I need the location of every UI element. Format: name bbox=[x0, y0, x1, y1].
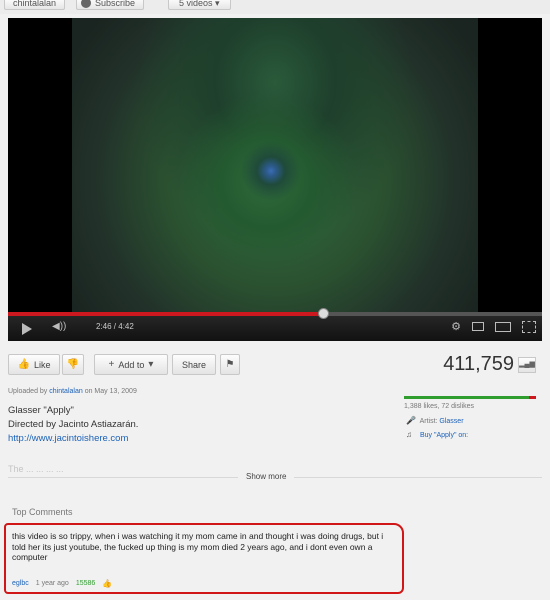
highlighted-comment: this video is so trippy, when i was watc… bbox=[4, 523, 404, 594]
artist-info: 🎤 Artist: Glasser bbox=[406, 416, 464, 425]
microphone-icon: 🎤 bbox=[406, 416, 416, 425]
video-player[interactable]: ◀)) 2:46 / 4:42 ⚙ bbox=[8, 18, 542, 341]
share-label: Share bbox=[181, 359, 207, 370]
thumbs-up-icon: 👍 bbox=[17, 359, 30, 370]
uploader-link[interactable]: chintalalan bbox=[49, 388, 82, 395]
chevron-down-icon: ▾ bbox=[215, 0, 220, 8]
buy-info: ♫ Buy "Apply" on: bbox=[406, 430, 468, 439]
channel-name: chintalalan bbox=[13, 0, 57, 8]
chevron-down-icon: ▾ bbox=[148, 359, 154, 370]
like-ratio-bar bbox=[404, 396, 536, 399]
artist-link[interactable]: Glasser bbox=[439, 418, 463, 425]
dislike-button[interactable]: 👎 bbox=[62, 354, 84, 375]
channel-name-button[interactable]: chintalalan bbox=[4, 0, 66, 10]
thumbs-up-icon[interactable]: 👍 bbox=[102, 579, 112, 588]
flag-button[interactable]: ⚑ bbox=[220, 354, 240, 375]
comment-meta: eglbc 1 year ago 15586 👍 bbox=[12, 579, 112, 588]
description-line-1: Glasser "Apply" bbox=[8, 405, 74, 416]
youtube-icon bbox=[81, 0, 91, 8]
view-count: 411,759 bbox=[443, 353, 514, 375]
upload-info: Uploaded by chintalalan on May 13, 2009 bbox=[8, 388, 137, 395]
add-to-label: Add to bbox=[118, 359, 145, 370]
progress-fill bbox=[8, 312, 323, 316]
comment-age: 1 year ago bbox=[35, 580, 69, 587]
buy-link[interactable]: Buy "Apply" on: bbox=[420, 432, 468, 439]
volume-icon[interactable]: ◀)) bbox=[52, 321, 66, 332]
artist-label: Artist: bbox=[419, 418, 438, 425]
small-player-icon[interactable] bbox=[472, 322, 484, 331]
comment-text: this video is so trippy, when i was watc… bbox=[12, 531, 384, 562]
action-bar: 👍 Like 👎 + Add to ▾ Share ⚑ 411,759 ▂▄▆ bbox=[8, 351, 542, 381]
progress-scrubber[interactable] bbox=[317, 308, 329, 319]
comment-score: 15586 bbox=[75, 580, 96, 587]
subscribe-label: Subscribe bbox=[95, 0, 136, 8]
share-button[interactable]: Share bbox=[172, 354, 216, 375]
thumbs-down-icon: 👎 bbox=[66, 359, 80, 370]
likes-dislikes-count: 1,388 likes, 72 dislikes bbox=[404, 403, 475, 410]
dislike-ratio-fill bbox=[529, 396, 536, 399]
plus-icon: + bbox=[108, 359, 115, 370]
subscribe-button[interactable]: Subscribe bbox=[76, 0, 145, 10]
videos-label: 5 videos bbox=[179, 0, 213, 8]
video-frame[interactable] bbox=[72, 18, 478, 312]
like-button[interactable]: 👍 Like bbox=[8, 354, 60, 375]
channel-bar: chintalalan Subscribe 5 videos ▾ bbox=[0, 0, 550, 14]
play-icon[interactable] bbox=[22, 323, 32, 335]
show-more-button[interactable]: Show more bbox=[238, 472, 295, 481]
add-to-button[interactable]: + Add to ▾ bbox=[94, 354, 168, 375]
player-controls: ◀)) 2:46 / 4:42 ⚙ bbox=[8, 308, 542, 341]
fullscreen-icon[interactable] bbox=[522, 320, 536, 333]
flag-icon: ⚑ bbox=[225, 359, 235, 370]
stats-bar-chart-icon[interactable]: ▂▄▆ bbox=[518, 357, 536, 373]
uploaded-prefix: Uploaded by bbox=[8, 388, 48, 395]
top-comments-heading: Top Comments bbox=[12, 507, 73, 517]
large-player-icon[interactable] bbox=[495, 321, 511, 332]
comment-author[interactable]: eglbc bbox=[12, 580, 29, 587]
description-link[interactable]: http://www.jacintoishere.com bbox=[8, 433, 128, 444]
time-display: 2:46 / 4:42 bbox=[96, 322, 134, 331]
music-note-icon: ♫ bbox=[406, 430, 412, 439]
uploaded-date: on May 13, 2009 bbox=[84, 388, 137, 395]
description-line-2: Directed by Jacinto Astiazarán. bbox=[8, 419, 139, 430]
like-label: Like bbox=[33, 359, 51, 370]
description-truncated-line: The ... ... ... ... bbox=[8, 464, 64, 474]
progress-bar[interactable] bbox=[8, 308, 542, 319]
videos-dropdown[interactable]: 5 videos ▾ bbox=[168, 0, 231, 10]
settings-gear-icon[interactable]: ⚙ bbox=[451, 320, 461, 333]
